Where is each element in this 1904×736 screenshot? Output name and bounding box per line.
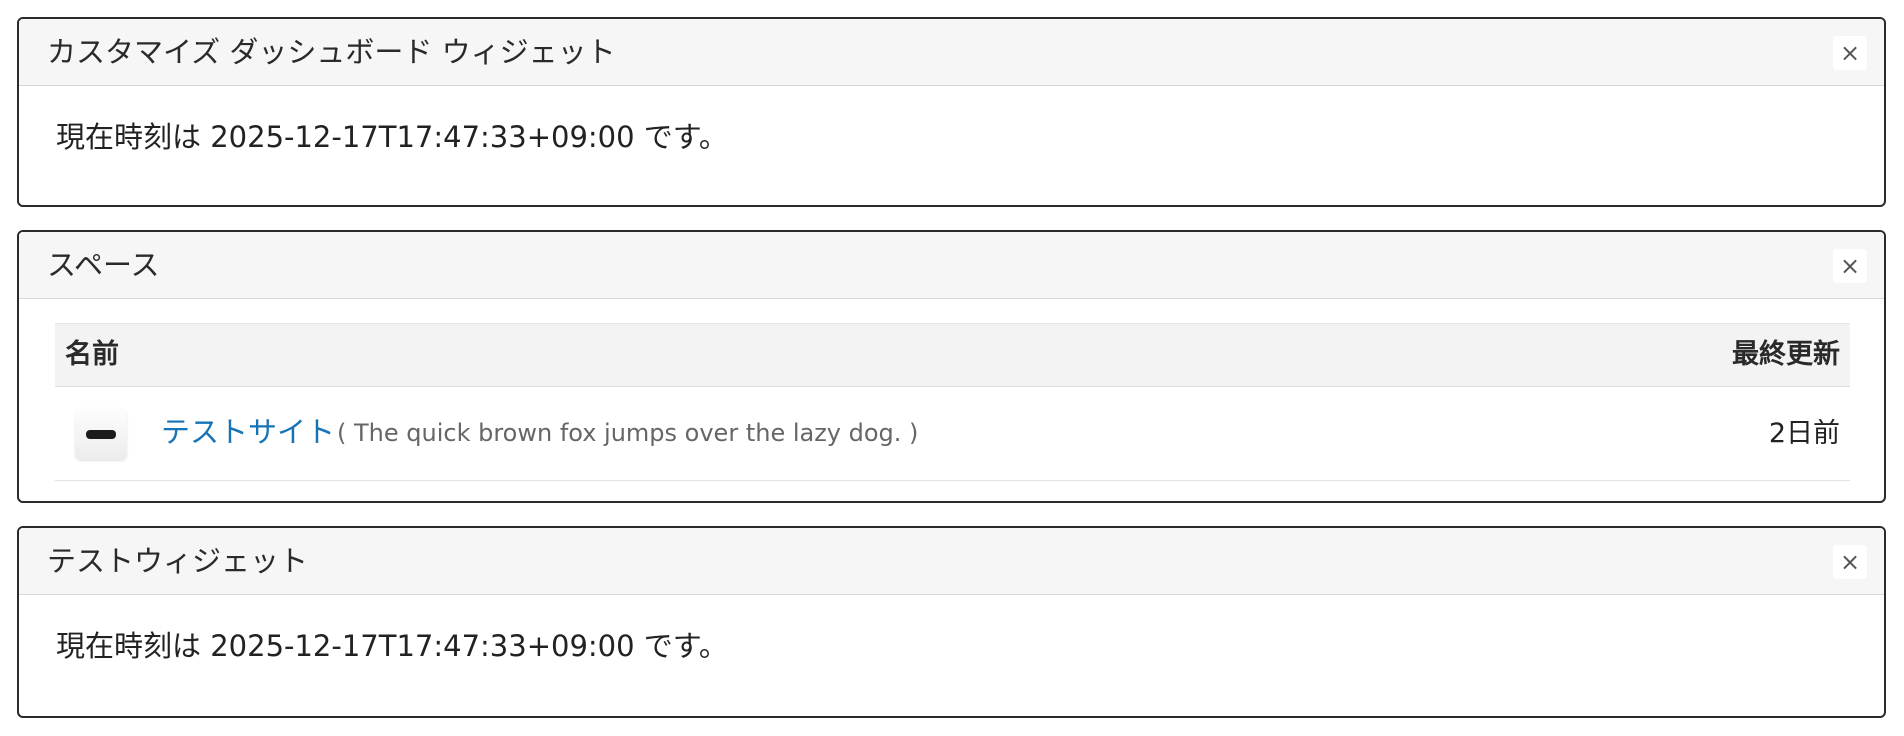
widget-header: カスタマイズ ダッシュボード ウィジェット ×	[19, 19, 1884, 86]
close-button[interactable]: ×	[1833, 249, 1867, 283]
widget-header: スペース ×	[19, 232, 1884, 299]
widget-title: カスタマイズ ダッシュボード ウィジェット	[47, 35, 616, 69]
table-row: テストサイト ( The quick brown fox jumps over …	[55, 387, 1850, 481]
widget-title: スペース	[47, 248, 160, 282]
site-description: ( The quick brown fox jumps over the laz…	[337, 419, 919, 447]
test-widget: テストウィジェット × 現在時刻は 2025-12-17T17:47:33+09…	[17, 526, 1886, 718]
table-header: 名前 最終更新	[55, 323, 1850, 387]
site-last-updated: 2日前	[1768, 418, 1840, 449]
widget-header: テストウィジェット ×	[19, 528, 1884, 595]
close-button[interactable]: ×	[1833, 36, 1867, 70]
widget-title: テストウィジェット	[47, 544, 309, 578]
column-header-name: 名前	[65, 339, 119, 370]
current-time-text: 現在時刻は 2025-12-17T17:47:33+09:00 です。	[56, 120, 728, 154]
current-time-text: 現在時刻は 2025-12-17T17:47:33+09:00 です。	[56, 629, 728, 663]
site-icon-glyph	[86, 430, 116, 439]
site-icon	[75, 408, 127, 460]
column-header-updated: 最終更新	[1732, 339, 1840, 370]
spaces-widget: スペース × 名前 最終更新 テストサイト ( The quick brown …	[17, 230, 1886, 503]
close-button[interactable]: ×	[1833, 545, 1867, 579]
site-name-link[interactable]: テストサイト	[161, 387, 335, 477]
custom-dashboard-widget: カスタマイズ ダッシュボード ウィジェット × 現在時刻は 2025-12-17…	[17, 17, 1886, 207]
spaces-table: 名前 最終更新 テストサイト ( The quick brown fox jum…	[55, 323, 1850, 481]
